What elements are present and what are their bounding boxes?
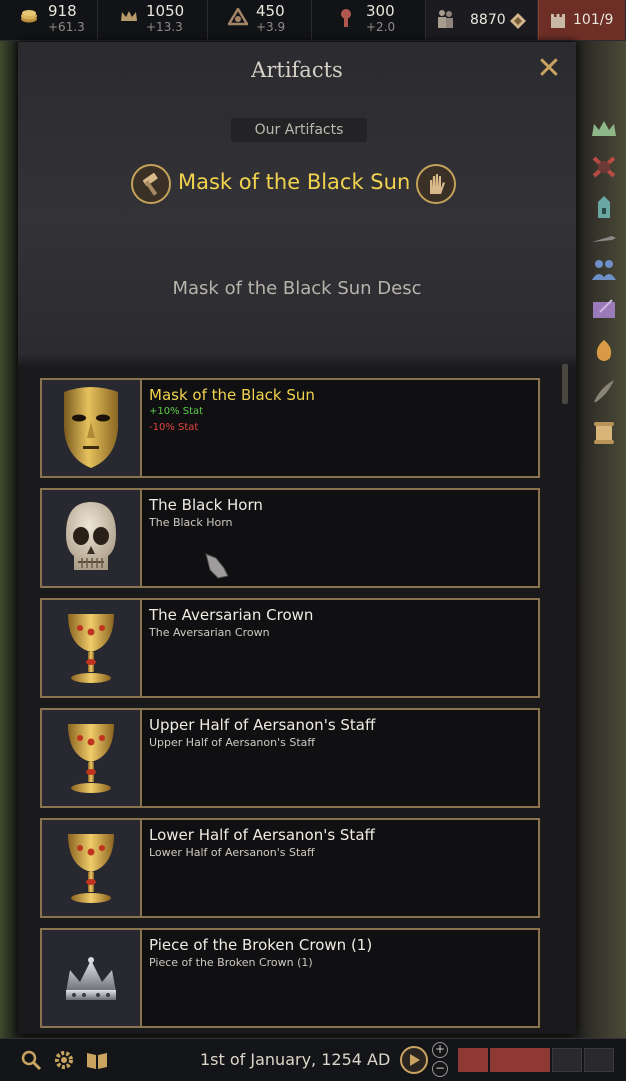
hand-icon	[430, 174, 445, 194]
artifact-name: Piece of the Broken Crown (1)	[149, 936, 373, 954]
play-button[interactable]	[400, 1046, 428, 1074]
prestige-value: 1050	[146, 2, 185, 20]
skull-icon	[66, 502, 116, 570]
renown-resource[interactable]: 300 +2.0	[312, 0, 426, 40]
close-button[interactable]: ✕	[534, 54, 564, 84]
faith-icon[interactable]	[590, 338, 618, 364]
building-icon[interactable]	[590, 194, 618, 220]
panel-title: Artifacts	[251, 58, 343, 82]
scroll-icon[interactable]	[590, 420, 618, 446]
artifact-thumbnail	[42, 820, 142, 916]
artifact-subtitle: The Aversarian Crown	[149, 626, 270, 639]
list-scrollbar[interactable]	[562, 364, 568, 404]
people-icon[interactable]	[590, 256, 618, 282]
search-icon[interactable]	[20, 1049, 42, 1071]
bottom-bar: 1st of January, 1254 AD + −	[0, 1038, 626, 1081]
speed-down-button[interactable]: −	[432, 1061, 448, 1077]
gold-value: 918	[48, 2, 77, 20]
army-resource[interactable]: 8870	[426, 0, 538, 40]
gauntlet-cursor-icon	[205, 553, 229, 579]
featured-artifact-name: Mask of the Black Sun	[178, 170, 411, 194]
diamond-icon	[510, 13, 526, 29]
goblet-icon	[68, 834, 114, 903]
prestige-crown-icon	[121, 11, 137, 21]
panel-header	[18, 42, 576, 368]
artifact-stat-negative: -10% Stat	[149, 422, 199, 433]
golden-mask-icon	[64, 387, 118, 468]
close-icon: ✕	[536, 51, 562, 86]
encyclopedia-icon[interactable]	[86, 1049, 108, 1071]
piety-income: +3.9	[256, 20, 286, 34]
prestige-resource[interactable]: 1050 +13.3	[98, 0, 208, 40]
piety-icon	[228, 8, 248, 26]
soldiers-icon	[438, 10, 453, 28]
artifact-name: The Aversarian Crown	[149, 606, 314, 624]
speed-indicator-3	[520, 1048, 550, 1072]
artifact-subtitle: Upper Half of Aersanon's Staff	[149, 736, 315, 749]
artifact-name: Upper Half of Aersanon's Staff	[149, 716, 376, 734]
renown-icon	[341, 9, 351, 27]
speed-indicator-4	[552, 1048, 582, 1072]
domain-limit[interactable]: 101/9	[538, 0, 626, 40]
speed-up-button[interactable]: +	[432, 1042, 448, 1058]
gold-resource[interactable]: 918 +61.3	[0, 0, 98, 40]
piety-value: 450	[256, 2, 285, 20]
settings-icon[interactable]	[53, 1049, 75, 1071]
artifact-thumbnail	[42, 490, 142, 586]
artifact-stat-positive: +10% Stat	[149, 406, 204, 417]
castle-icon	[551, 14, 565, 28]
hammer-icon	[142, 172, 158, 196]
crown-icon[interactable]	[590, 116, 618, 142]
goblet-icon	[68, 724, 114, 793]
featured-artifact-description: Mask of the Black Sun Desc	[172, 278, 422, 299]
artifact-subtitle: Piece of the Broken Crown (1)	[149, 956, 313, 969]
sword-icon[interactable]	[590, 226, 618, 252]
speed-indicator-5	[584, 1048, 614, 1072]
play-icon	[410, 1054, 420, 1066]
artifact-name: Mask of the Black Sun	[149, 386, 315, 404]
artifact-name: Lower Half of Aersanon's Staff	[149, 826, 375, 844]
artifact-subtitle: Lower Half of Aersanon's Staff	[149, 846, 315, 859]
quill-icon[interactable]	[590, 378, 618, 404]
artifact-card-piece-of-the-broken-crown[interactable]: Piece of the Broken Crown (1) Piece of t…	[40, 928, 540, 1028]
army-value: 8870	[470, 12, 506, 28]
prestige-income: +13.3	[146, 20, 183, 34]
domain-value: 101/9	[573, 12, 614, 28]
artifacts-panel: Artifacts ✕ Our Artifacts Mask of the Bl…	[18, 42, 576, 1034]
goblet-icon	[68, 614, 114, 683]
artifact-thumbnail	[42, 380, 142, 476]
featured-slot-button[interactable]	[416, 164, 456, 204]
artifact-card-upper-half-of-aersanons-staff[interactable]: Upper Half of Aersanon's Staff Upper Hal…	[40, 708, 540, 808]
speed-indicator-1	[458, 1048, 488, 1072]
artifact-thumbnail	[42, 710, 142, 806]
section-subtitle: Our Artifacts	[231, 118, 367, 142]
artifact-name: The Black Horn	[149, 496, 263, 514]
ledger-icon[interactable]	[590, 296, 618, 322]
piety-resource[interactable]: 450 +3.9	[208, 0, 312, 40]
artifact-card-the-aversarian-crown[interactable]: The Aversarian Crown The Aversarian Crow…	[40, 598, 540, 698]
renown-value: 300	[366, 2, 395, 20]
gold-income: +61.3	[48, 20, 85, 34]
artifact-card-lower-half-of-aersanons-staff[interactable]: Lower Half of Aersanon's Staff Lower Hal…	[40, 818, 540, 918]
artifact-subtitle: The Black Horn	[149, 516, 233, 529]
artifact-list: Mask of the Black Sun +10% Stat -10% Sta…	[40, 378, 540, 1034]
featured-type-button[interactable]	[131, 164, 171, 204]
artifact-card-mask-of-the-black-sun[interactable]: Mask of the Black Sun +10% Stat -10% Sta…	[40, 378, 540, 478]
war-icon[interactable]	[590, 154, 618, 180]
game-date: 1st of January, 1254 AD	[200, 1050, 391, 1069]
artifact-card-the-black-horn[interactable]: The Black Horn The Black Horn	[40, 488, 540, 588]
artifact-thumbnail	[42, 600, 142, 696]
crown-icon	[66, 957, 116, 1000]
gold-coins-icon	[21, 10, 37, 23]
artifact-thumbnail	[42, 930, 142, 1026]
renown-income: +2.0	[366, 20, 396, 34]
resource-bar: 918 +61.3 1050 +13.3 450 +3.9 300 +2.0 8…	[0, 0, 626, 41]
speed-indicator-2	[490, 1048, 520, 1072]
